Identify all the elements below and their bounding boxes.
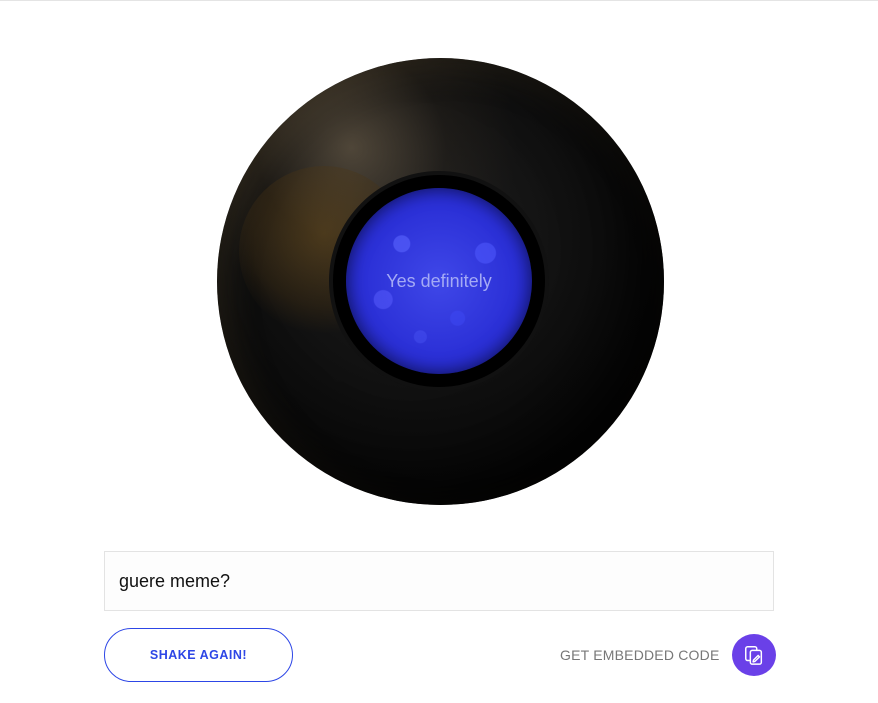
magic-8-ball-page: Yes definitely SHAKE AGAIN! GET EMBEDDED…: [0, 0, 878, 703]
copy-edit-icon: [744, 646, 762, 665]
question-field-container: [104, 551, 774, 611]
embed-code-label[interactable]: GET EMBEDDED CODE: [560, 647, 720, 663]
top-divider: [0, 0, 878, 1]
shake-again-button[interactable]: SHAKE AGAIN!: [104, 628, 293, 682]
answer-liquid: Yes definitely: [346, 188, 532, 374]
embed-code-button[interactable]: [731, 634, 776, 676]
answer-text: Yes definitely: [386, 270, 492, 291]
answer-window: Yes definitely: [333, 175, 545, 387]
magic-8-ball[interactable]: Yes definitely: [217, 58, 664, 505]
question-input[interactable]: [119, 552, 759, 610]
embed-code-control[interactable]: GET EMBEDDED CODE: [560, 634, 776, 676]
